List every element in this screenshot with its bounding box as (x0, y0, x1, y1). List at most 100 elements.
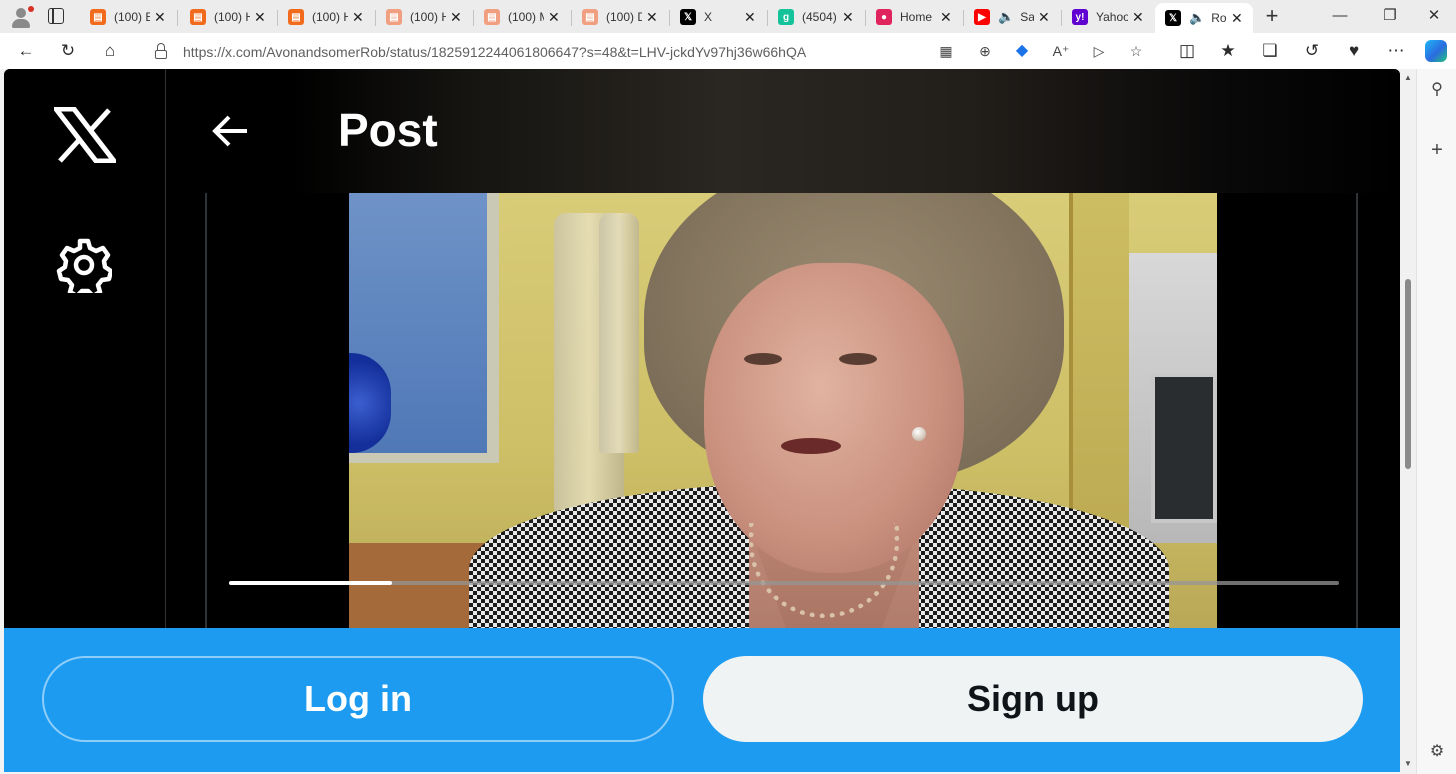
browser-tab[interactable]: g (4504) ✕ (768, 3, 864, 31)
tab-label: (100) H (312, 10, 348, 24)
tab-label: X (704, 10, 713, 24)
close-tab-icon[interactable]: ✕ (1038, 9, 1052, 26)
browser-toolbar: ← ↻ ⌂ https://x.com/AvonandsomerRob/stat… (0, 33, 1456, 69)
close-tab-icon[interactable]: ✕ (1231, 10, 1245, 27)
close-tab-icon[interactable]: ✕ (154, 9, 168, 26)
home-icon[interactable]: ⌂ (98, 39, 122, 63)
yahoo-icon: y! (1072, 9, 1088, 25)
tab-actions-icon[interactable] (48, 8, 64, 24)
tab-strip: ▤ (100) E ✕ ▤ (100) H ✕ ▤ (100) H ✕ ▤ (100) H ✕ ▤ (10… (0, 0, 1456, 33)
x-icon: 𝕏 (680, 9, 696, 25)
browser-tab[interactable]: ▤ (100) D ✕ (572, 3, 668, 31)
close-tab-icon[interactable]: ✕ (1132, 9, 1146, 26)
video-scene-oven (1129, 253, 1217, 543)
sidebar-settings-icon[interactable]: ⚙ (1426, 741, 1448, 763)
substack-icon: ▤ (190, 9, 206, 25)
shopping-tag-icon[interactable]: ◆ (1011, 40, 1033, 62)
favorite-star-icon[interactable]: ☆ (1125, 40, 1147, 62)
speaker-icon[interactable]: 🔈 (1189, 10, 1205, 26)
tab-label: Yahoo (1096, 10, 1128, 24)
close-tab-icon[interactable]: ✕ (940, 9, 954, 26)
tab-label: Ro (1211, 11, 1227, 25)
address-bar[interactable]: https://x.com/AvonandsomerRob/status/182… (138, 36, 1160, 66)
tab-label: (100) D (606, 10, 642, 24)
post-main-column: Post (167, 69, 1400, 629)
home-icon: ● (876, 9, 892, 25)
scrollbar-thumb[interactable] (1405, 279, 1411, 469)
signup-banner: Log in Sign up (4, 628, 1400, 772)
substack-icon: ▤ (386, 9, 402, 25)
split-screen-icon[interactable]: ◫ (1175, 39, 1199, 63)
restore-button[interactable]: ❐ (1380, 5, 1400, 27)
browser-tab[interactable]: 𝕏 🔈 Ro ✕ (1155, 3, 1253, 33)
app-available-icon[interactable]: ▦ (935, 40, 957, 62)
collections-icon[interactable]: ❏ (1258, 39, 1282, 63)
login-button[interactable]: Log in (42, 656, 674, 742)
media-container (205, 193, 1358, 629)
browser-tab[interactable]: y! Yahoo ✕ (1062, 3, 1154, 31)
back-arrow-icon[interactable] (211, 113, 251, 149)
page-scrollbar[interactable]: ▲ ▼ (1400, 69, 1416, 774)
tab-label: (100) M (508, 10, 544, 24)
minimize-button[interactable]: — (1330, 5, 1350, 27)
close-tab-icon[interactable]: ✕ (744, 9, 758, 26)
substack-icon: ▤ (582, 9, 598, 25)
browser-tab[interactable]: ▤ (100) H ✕ (376, 3, 472, 31)
lock-icon[interactable] (154, 43, 168, 59)
browser-tab[interactable]: 𝕏 X ✕ (670, 3, 766, 31)
settings-more-icon[interactable]: ⋯ (1384, 39, 1408, 63)
profile-avatar-icon[interactable] (8, 5, 34, 29)
substack-icon: ▤ (484, 9, 500, 25)
edge-sidebar: ⚲ + ⚙ (1416, 69, 1456, 774)
g-icon: g (778, 9, 794, 25)
immersive-reader-icon[interactable]: ▷ (1088, 40, 1110, 62)
copilot-icon[interactable] (1425, 40, 1447, 62)
x-logo-icon[interactable] (54, 107, 116, 163)
add-sidebar-app-icon[interactable]: + (1426, 139, 1448, 161)
close-tab-icon[interactable]: ✕ (842, 9, 856, 26)
tab-label: Home (900, 10, 933, 24)
refresh-icon[interactable]: ↻ (56, 39, 80, 63)
close-tab-icon[interactable]: ✕ (450, 9, 464, 26)
url-text[interactable]: https://x.com/AvonandsomerRob/status/182… (183, 44, 806, 60)
signup-button[interactable]: Sign up (703, 656, 1363, 742)
close-window-button[interactable]: ✕ (1424, 5, 1444, 27)
left-navigation (4, 69, 166, 629)
zoom-icon[interactable]: ⊕ (974, 40, 996, 62)
browser-tab[interactable]: ▤ (100) M ✕ (474, 3, 570, 31)
tab-label: (4504) (802, 10, 837, 24)
search-icon[interactable]: ⚲ (1426, 79, 1448, 101)
read-aloud-icon[interactable]: A⁺ (1050, 40, 1072, 62)
browser-tab[interactable]: ▤ (100) H ✕ (180, 3, 276, 31)
youtube-icon: ▶ (974, 9, 990, 25)
page-title: Post (338, 104, 438, 156)
close-tab-icon[interactable]: ✕ (254, 9, 268, 26)
browser-tab[interactable]: ▤ (100) H ✕ (278, 3, 374, 31)
close-tab-icon[interactable]: ✕ (646, 9, 660, 26)
tab-label: (100) H (214, 10, 250, 24)
close-tab-icon[interactable]: ✕ (352, 9, 366, 26)
browser-tab[interactable]: ▶ 🔈 Sa ✕ (964, 3, 1060, 31)
back-arrow-icon[interactable]: ← (14, 39, 38, 63)
scroll-down-icon[interactable]: ▼ (1403, 759, 1413, 768)
x-icon: 𝕏 (1165, 10, 1181, 26)
speaker-icon[interactable]: 🔈 (998, 9, 1014, 25)
tab-separator (177, 10, 178, 26)
browser-tab[interactable]: ▤ (100) E ✕ (80, 3, 176, 31)
close-tab-icon[interactable]: ✕ (548, 9, 562, 26)
post-header: Post (167, 69, 1400, 193)
favorites-icon[interactable]: ★ (1216, 39, 1240, 63)
history-icon[interactable]: ↺ (1300, 39, 1324, 63)
tab-label: Sa (1020, 10, 1034, 24)
video-progress-bar[interactable] (229, 581, 1339, 585)
tab-label: (100) H (410, 10, 446, 24)
browser-essentials-icon[interactable]: ♥ (1342, 39, 1366, 63)
settings-gear-icon[interactable] (56, 237, 112, 293)
scroll-up-icon[interactable]: ▲ (1403, 73, 1413, 82)
substack-icon: ▤ (288, 9, 304, 25)
x-post-page: Post Log in Sign up (4, 69, 1400, 772)
video-progress-fill (229, 581, 393, 585)
new-tab-button[interactable]: + (1262, 3, 1282, 29)
video-player[interactable] (349, 193, 1217, 629)
browser-tab[interactable]: ● Home ✕ (866, 3, 962, 31)
